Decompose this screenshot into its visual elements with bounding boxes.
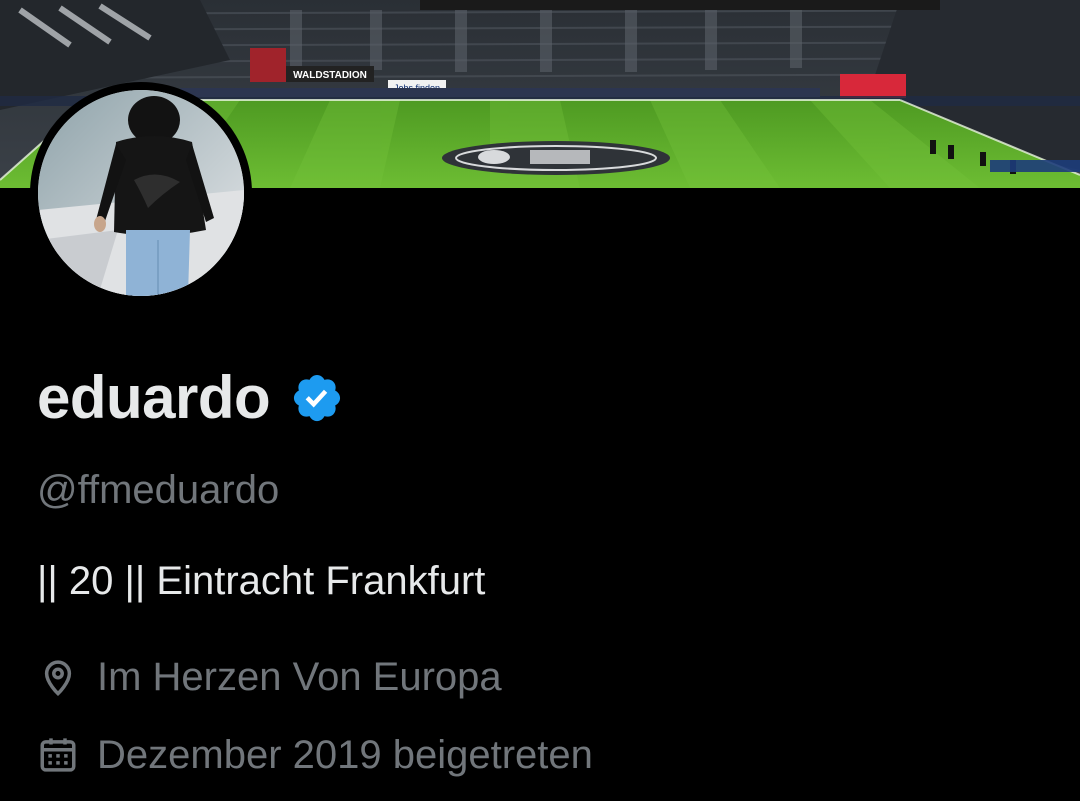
profile-location: Im Herzen Von Europa: [37, 656, 502, 698]
display-name-row: eduardo: [37, 360, 344, 436]
verified-badge-icon[interactable]: [290, 371, 344, 425]
avatar-photo: [38, 90, 244, 296]
user-handle: @ffmeduardo: [37, 468, 280, 512]
calendar-icon: [37, 734, 79, 776]
location-pin-icon: [37, 656, 79, 698]
joined-text: Dezember 2019 beigetreten: [97, 733, 593, 777]
profile-avatar[interactable]: [30, 82, 252, 304]
display-name: eduardo: [37, 364, 271, 431]
location-text: Im Herzen Von Europa: [97, 655, 502, 699]
banner-sign-waldstadion: WALDSTADION: [293, 70, 367, 81]
profile-joined-date: Dezember 2019 beigetreten: [37, 734, 593, 776]
profile-bio: || 20 || Eintracht Frankfurt: [37, 559, 486, 603]
